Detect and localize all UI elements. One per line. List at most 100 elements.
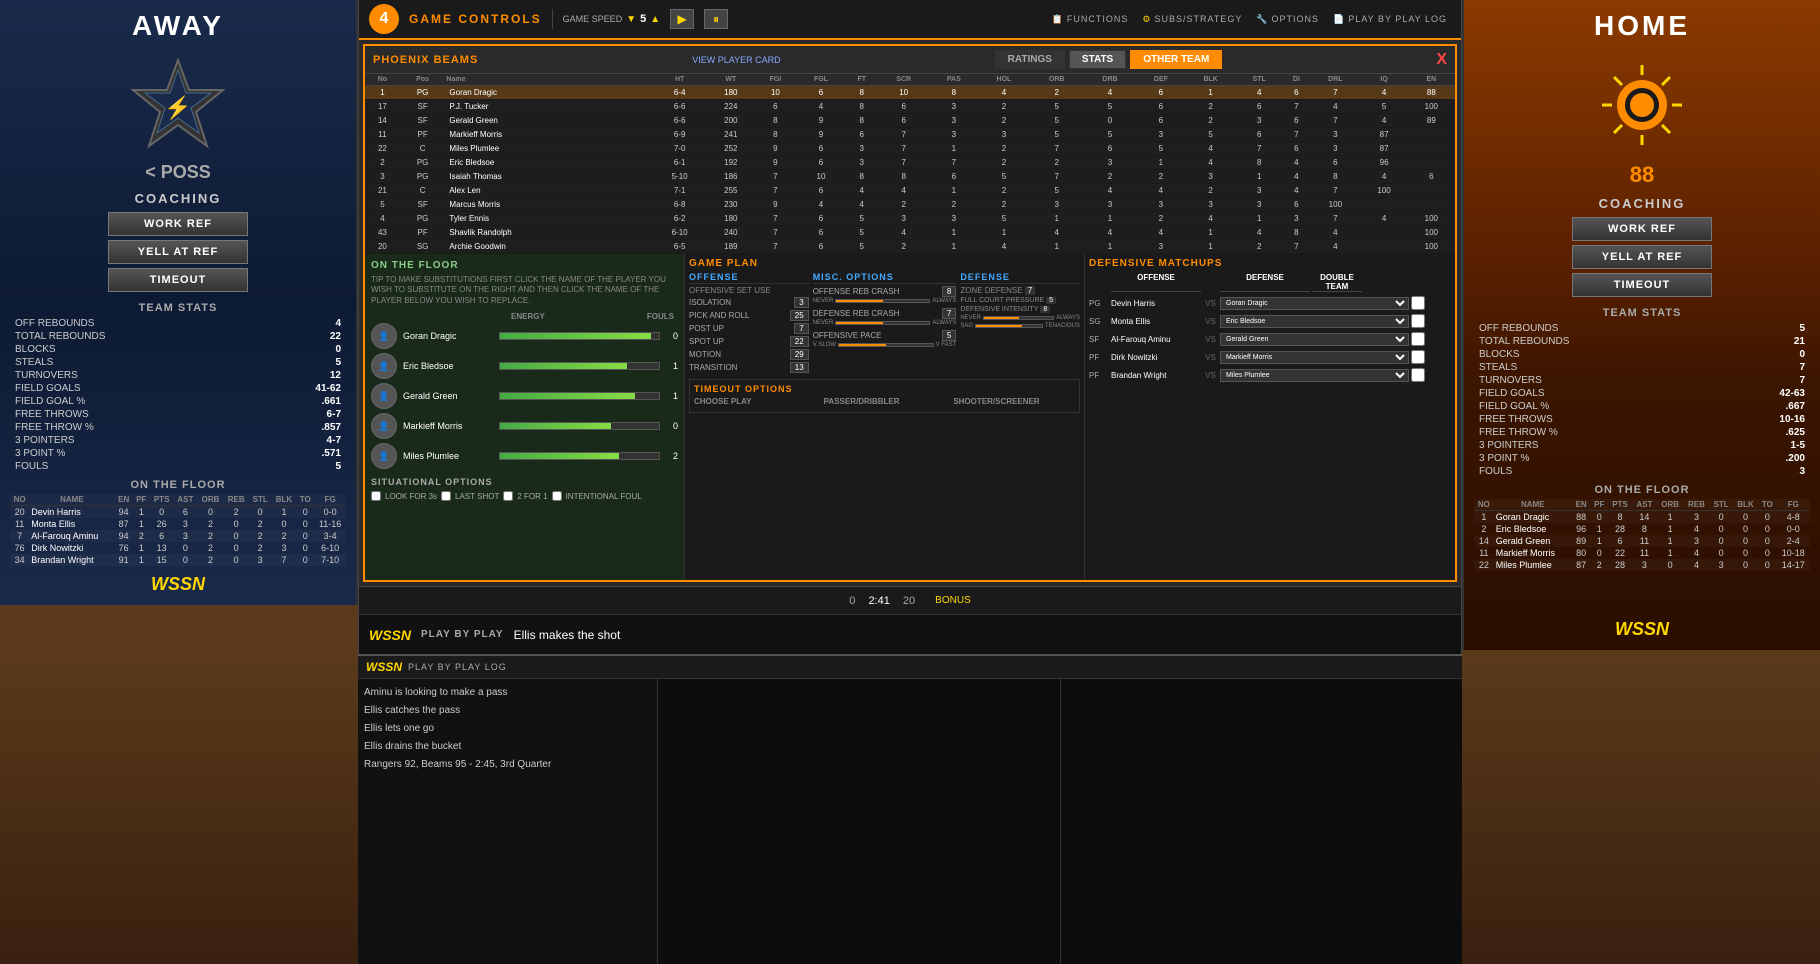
defense-select[interactable]: Goran Dragic <box>1220 297 1409 310</box>
look-for-3s[interactable]: LOOK FOR 3s <box>371 491 437 501</box>
home-col-pts: PTS <box>1608 499 1632 511</box>
home-stat-row: FREE THROWS10-16 <box>1474 413 1810 426</box>
stats-player-row[interactable]: 2PGEric Bledsoe6-1192963772231484696 <box>365 156 1455 170</box>
pbp-wssn-logo: WSSN <box>366 660 402 674</box>
on-floor-header: ON THE FLOOR <box>371 260 678 271</box>
matchup-row: PF Dirk Nowitzki VS Markieff Morris <box>1089 350 1451 364</box>
th-hol: HOL <box>978 74 1030 86</box>
stats-player-row[interactable]: 5SFMarcus Morris6-8230944222333336100 <box>365 198 1455 212</box>
home-player-row[interactable]: 2Eric Bledsoe961288140000-0 <box>1474 523 1810 535</box>
functions-nav[interactable]: 📋 FUNCTIONS <box>1048 12 1133 27</box>
misc-option-row: OFFENSIVE PACE 5 V SLOW V FAST <box>813 330 957 348</box>
pbp-bar: WSSN PLAY BY PLAY Ellis makes the shot <box>359 614 1461 654</box>
stats-player-row[interactable]: 3PGIsaiah Thomas5-101867108865722314846 <box>365 170 1455 184</box>
player-name-label: Gerald Green <box>403 391 493 401</box>
double-team-check[interactable] <box>1411 350 1425 364</box>
pbp-log-nav[interactable]: 📄 PLAY BY PLAY LOG <box>1329 12 1451 27</box>
stats-player-row[interactable]: 20SGArchie Goodwin6-51897652141131274100 <box>365 240 1455 254</box>
player-name-label: Markieff Morris <box>403 421 493 431</box>
on-floor-player-row[interactable]: 👤 Gerald Green 1 <box>371 383 678 409</box>
player-avatar: 👤 <box>371 323 397 349</box>
offense-options-list: ISOLATION3PICK AND ROLL25POST UP7SPOT UP… <box>689 297 809 373</box>
misc-title: MISC. OPTIONS <box>813 272 957 284</box>
timeout-options-content: CHOOSE PLAY PASSER/DRIBBLER SHOOTER/SCRE… <box>694 397 1075 408</box>
on-floor-player-row[interactable]: 👤 Eric Bledsoe 1 <box>371 353 678 379</box>
fouls-value: 1 <box>666 361 678 371</box>
home-player-row[interactable]: 1Goran Dragic880814130004-8 <box>1474 511 1810 524</box>
defense-select[interactable]: Gerald Green <box>1220 333 1409 346</box>
home-yell-ref-button[interactable]: YELL AT REF <box>1572 245 1712 269</box>
pbp-log-title: PLAY BY PLAY LOG <box>408 662 507 672</box>
offense-option-row: ISOLATION3 <box>689 297 809 308</box>
away-player-row[interactable]: 34Brandan Wright911150203707-10 <box>10 554 346 566</box>
home-coaching-label: COACHING <box>1599 196 1686 211</box>
on-floor-player-row[interactable]: 👤 Markieff Morris 0 <box>371 413 678 439</box>
intentional-foul[interactable]: INTENTIONAL FOUL <box>552 491 642 501</box>
view-player-card[interactable]: VIEW PLAYER CARD <box>692 55 780 65</box>
passer-label: PASSER/DRIBBLER <box>824 397 946 406</box>
tab-stats[interactable]: STATS <box>1069 50 1126 69</box>
stats-player-row[interactable]: 43PFShavlik Randolph6-102407654114441484… <box>365 226 1455 240</box>
home-work-ref-button[interactable]: WORK REF <box>1572 217 1712 241</box>
choose-play: CHOOSE PLAY <box>694 397 816 408</box>
play-button[interactable]: ▶ <box>670 9 694 29</box>
offense-option-row: MOTION29 <box>689 349 809 360</box>
close-phoenix-button[interactable]: X <box>1436 51 1447 69</box>
stats-player-row[interactable]: 1PGGoran Dragic6-4180106810842461467488 <box>365 86 1455 100</box>
col-fg: FG <box>314 494 346 506</box>
on-floor-player-row[interactable]: 👤 Miles Plumlee 2 <box>371 443 678 469</box>
home-player-row[interactable]: 11Markieff Morris80022111400010-18 <box>1474 547 1810 559</box>
stats-player-row[interactable]: 21CAlex Len7-12557644125442347100 <box>365 184 1455 198</box>
away-player-row[interactable]: 7Al-Farouq Aminu94263202203-4 <box>10 530 346 542</box>
th-pos: Pos <box>400 74 446 86</box>
home-player-row[interactable]: 22Miles Plumlee8722830430014-17 <box>1474 559 1810 571</box>
away-stat-row: TOTAL REBOUNDS22 <box>10 330 346 343</box>
col-pts: PTS <box>150 494 174 506</box>
on-floor-player-row[interactable]: 👤 Goran Dragic 0 <box>371 323 678 349</box>
last-shot[interactable]: LAST SHOT <box>441 491 499 501</box>
home-stat-row: TOTAL REBOUNDS21 <box>1474 335 1810 348</box>
home-stats-title: TEAM STATS <box>1474 307 1810 319</box>
away-player-row[interactable]: 20Devin Harris94106020100-0 <box>10 506 346 519</box>
away-player-row[interactable]: 11Monta Ellis8712632020011-16 <box>10 518 346 530</box>
away-player-row[interactable]: 76Dirk Nowitzki761130202306-10 <box>10 542 346 554</box>
clock: 2:41 <box>868 595 889 607</box>
defense-select[interactable]: Eric Bledsoe <box>1220 315 1409 328</box>
tab-other-team[interactable]: OTHER TEAM <box>1130 50 1222 69</box>
options-nav[interactable]: 🔧 OPTIONS <box>1252 12 1323 27</box>
th-ft: FT <box>846 74 878 86</box>
subs-strategy-nav[interactable]: ⚙ SUBS/STRATEGY <box>1138 12 1246 27</box>
home-stat-row: BLOCKS0 <box>1474 348 1810 361</box>
th-no: No <box>365 74 400 86</box>
home-timeout-button[interactable]: TIMEOUT <box>1572 273 1712 297</box>
on-floor-players-list: 👤 Goran Dragic 0 👤 Eric Bledsoe 1 👤 Gera… <box>371 323 678 469</box>
tab-ratings[interactable]: RATINGS <box>995 50 1065 69</box>
double-team-check[interactable] <box>1411 296 1425 310</box>
away-yell-ref-button[interactable]: YELL AT REF <box>108 240 248 264</box>
double-team-check[interactable] <box>1411 332 1425 346</box>
2-for-1[interactable]: 2 FOR 1 <box>503 491 547 501</box>
double-team-check[interactable] <box>1411 314 1425 328</box>
defense-select[interactable]: Miles Plumlee <box>1220 369 1409 382</box>
misc-options-list: OFFENSE REB CRASH 8 NEVER ALWAYS DEFENSE… <box>813 286 957 348</box>
pause-button[interactable]: ⏸ <box>704 9 728 29</box>
stats-player-row[interactable]: 22CMiles Plumlee7-0252963712765476387 <box>365 142 1455 156</box>
home-col-ast: AST <box>1632 499 1657 511</box>
double-team-check[interactable] <box>1411 368 1425 382</box>
tip-text: TIP TO MAKE SUBSTITUTIONS FIRST CLICK TH… <box>371 275 678 306</box>
spacer <box>371 312 511 321</box>
away-timeout-button[interactable]: TIMEOUT <box>108 268 248 292</box>
energy-col-header: ENERGY <box>511 312 647 321</box>
away-work-ref-button[interactable]: WORK REF <box>108 212 248 236</box>
stats-player-row[interactable]: 14SFGerald Green6-62008986325062367489 <box>365 114 1455 128</box>
stats-player-row[interactable]: 11PFMarkieff Morris6-9241896733553567387 <box>365 128 1455 142</box>
stats-player-row[interactable]: 4PGTyler Ennis6-218076533511241374100 <box>365 212 1455 226</box>
home-player-row[interactable]: 14Gerald Green891611130002-4 <box>1474 535 1810 547</box>
defense-select[interactable]: Markieff Morris <box>1220 351 1409 364</box>
away-stat-row: TURNOVERS12 <box>10 369 346 382</box>
speed-down-icon[interactable]: ▼ <box>626 14 636 25</box>
speed-up-icon[interactable]: ▲ <box>650 14 660 25</box>
pbp-log-entry: Ellis catches the pass <box>364 703 651 719</box>
stats-player-row[interactable]: 17SFP.J. Tucker6-622464863255626745100 <box>365 100 1455 114</box>
home-stat-row: 3 POINT %.200 <box>1474 452 1810 465</box>
